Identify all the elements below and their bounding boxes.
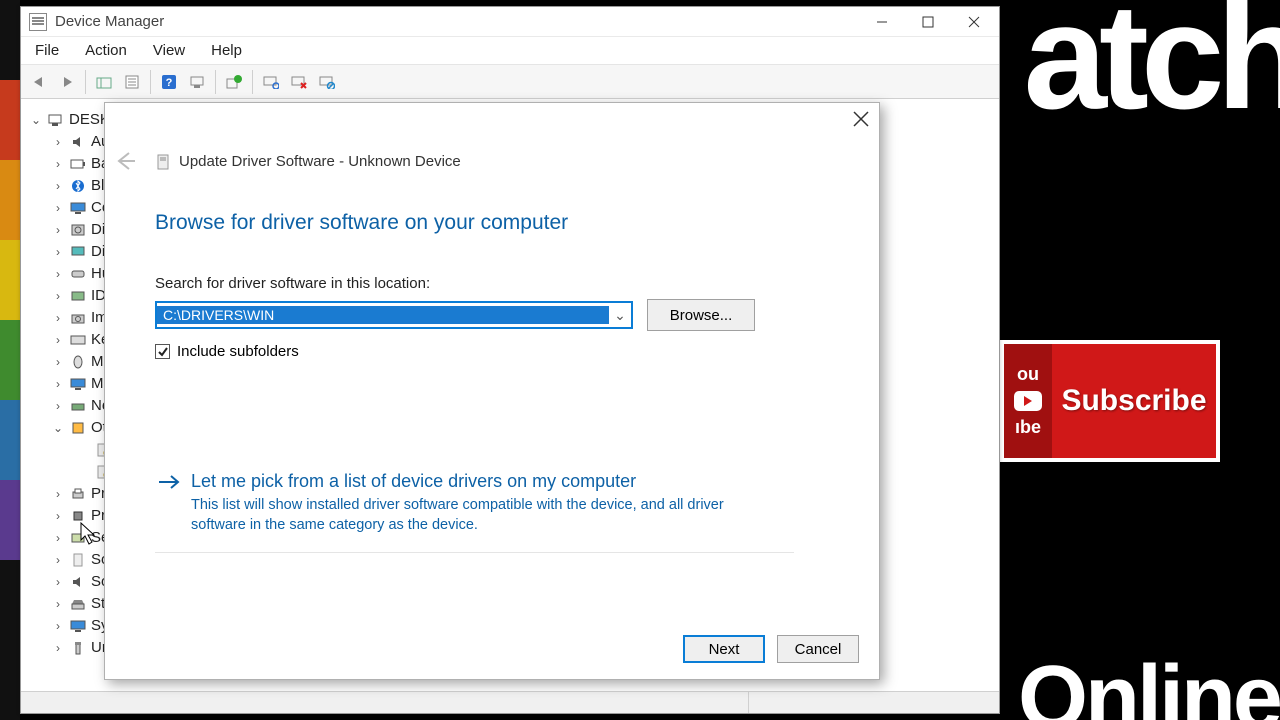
menu-file[interactable]: File — [31, 40, 63, 61]
bg-text-bottom: Online — [1018, 647, 1280, 720]
dialog-heading: Browse for driver software on your compu… — [155, 211, 568, 235]
uninstall-icon[interactable] — [287, 70, 311, 94]
svg-text:?: ? — [166, 77, 173, 89]
window-titlebar: Device Manager — [21, 7, 999, 37]
back-icon[interactable] — [27, 70, 51, 94]
include-subfolders-label: Include subfolders — [177, 343, 299, 360]
device-icon[interactable] — [185, 70, 209, 94]
properties-icon[interactable] — [120, 70, 144, 94]
next-button[interactable]: Next — [683, 635, 765, 663]
let-me-pick-desc: This list will show installed driver sof… — [191, 496, 751, 535]
dialog-back-button[interactable] — [115, 151, 137, 174]
help-icon[interactable]: ? — [157, 70, 181, 94]
let-me-pick-option[interactable]: Let me pick from a list of device driver… — [155, 463, 794, 553]
minimize-button[interactable] — [859, 8, 905, 36]
update-driver-dialog: Update Driver Software - Unknown Device … — [104, 102, 880, 680]
arrow-right-icon — [157, 473, 181, 494]
menu-view[interactable]: View — [149, 40, 189, 61]
scan-icon[interactable] — [259, 70, 283, 94]
menu-help[interactable]: Help — [207, 40, 246, 61]
toolbar: ? — [21, 65, 999, 99]
disable-icon[interactable] — [315, 70, 339, 94]
device-icon — [155, 153, 173, 171]
maximize-button[interactable] — [905, 8, 951, 36]
forward-icon[interactable] — [55, 70, 79, 94]
menu-action[interactable]: Action — [81, 40, 131, 61]
dialog-close-button[interactable] — [853, 111, 869, 131]
subscribe-label: Subscribe — [1052, 384, 1216, 418]
app-icon — [29, 13, 47, 31]
show-hide-icon[interactable] — [92, 70, 116, 94]
update-driver-icon[interactable] — [222, 70, 246, 94]
include-subfolders-checkbox[interactable] — [155, 344, 170, 359]
rainbow-stripes — [0, 0, 20, 720]
close-button[interactable] — [951, 8, 997, 36]
window-title: Device Manager — [55, 13, 164, 30]
driver-path-value: C:\DRIVERS\WIN — [157, 306, 609, 324]
search-location-label: Search for driver software in this locat… — [155, 275, 430, 292]
browse-button[interactable]: Browse... — [647, 299, 755, 331]
dialog-breadcrumb: Update Driver Software - Unknown Device — [179, 153, 461, 170]
chevron-down-icon[interactable]: ⌄ — [609, 307, 631, 324]
driver-path-combobox[interactable]: C:\DRIVERS\WIN ⌄ — [155, 301, 633, 329]
youtube-icon: ouıbe — [1004, 344, 1052, 458]
menu-bar: File Action View Help — [21, 37, 999, 65]
subscribe-banner[interactable]: ouıbe Subscribe — [1000, 340, 1220, 462]
let-me-pick-title: Let me pick from a list of device driver… — [191, 471, 792, 492]
bg-text-top: atch — [1024, 0, 1280, 143]
status-bar — [21, 691, 999, 713]
cancel-button[interactable]: Cancel — [777, 635, 859, 663]
